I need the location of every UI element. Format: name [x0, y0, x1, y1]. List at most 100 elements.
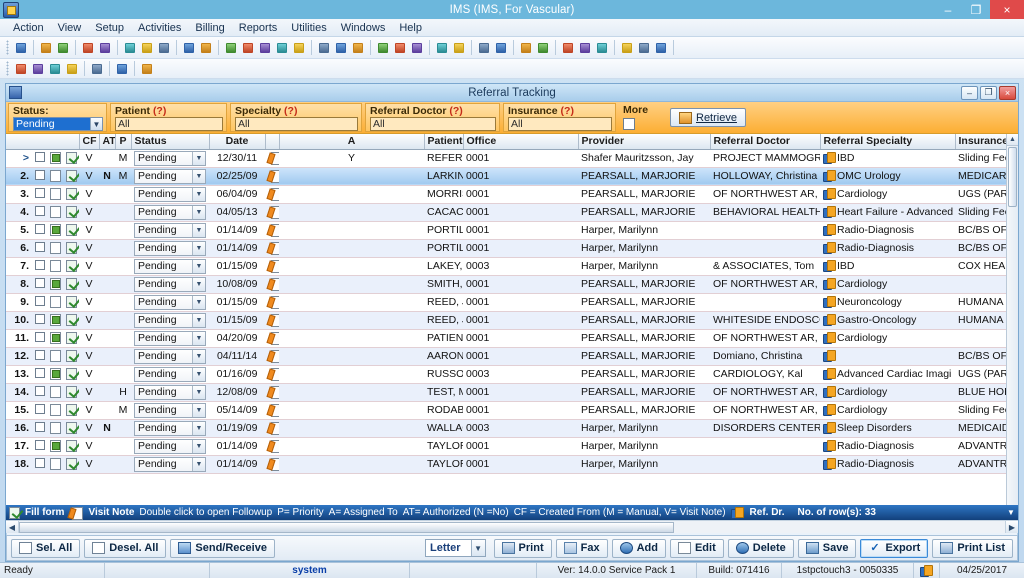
- globe2-icon[interactable]: [409, 40, 425, 56]
- visit-note-icon[interactable]: [265, 401, 279, 420]
- table-row[interactable]: 14. VHPending▼12/08/09 TEST, MERRY (17570)…: [6, 383, 1018, 402]
- help-icon[interactable]: [114, 61, 130, 77]
- column-header-pen[interactable]: [265, 134, 280, 150]
- row-select-checkbox[interactable]: [32, 455, 47, 474]
- menu-item-billing[interactable]: Billing: [188, 21, 231, 35]
- table-row[interactable]: 5. V Pending▼01/14/09 PORTILLO, Jorge (1745…: [6, 221, 1018, 240]
- grid-vertical-scrollbar[interactable]: ▲: [1006, 134, 1018, 505]
- patient-add-icon[interactable]: [38, 40, 54, 56]
- row-select-checkbox[interactable]: [32, 275, 47, 294]
- referral-maximize-button[interactable]: ❐: [980, 85, 997, 100]
- visit-note-icon[interactable]: [265, 167, 279, 186]
- cell-status[interactable]: Pending ▼: [131, 347, 209, 366]
- visit-note-icon[interactable]: [265, 311, 279, 330]
- visit-note-doc-icon[interactable]: [63, 185, 79, 204]
- table-row[interactable]: 16. VN Pending▼01/19/09 WALLACE, Jennet (16…: [6, 419, 1018, 438]
- fill-form-icon[interactable]: [47, 437, 63, 456]
- status-filter-dropdown[interactable]: Pending ▼: [13, 117, 103, 131]
- visit-note-doc-icon[interactable]: [63, 437, 79, 456]
- toolbar-grip[interactable]: [6, 40, 9, 55]
- fill-form-icon[interactable]: [47, 149, 63, 168]
- visit-note-doc-icon[interactable]: [63, 221, 79, 240]
- lock-icon[interactable]: [636, 40, 652, 56]
- column-header-at[interactable]: AT: [99, 134, 116, 150]
- table-row[interactable]: 3. V Pending▼06/04/09 MORRISON, John (16785…: [6, 185, 1018, 204]
- cell-status[interactable]: Pending ▼: [131, 293, 209, 312]
- more-filter-checkbox[interactable]: [623, 118, 635, 130]
- cell-status[interactable]: Pending ▼: [131, 455, 209, 474]
- row-select-checkbox[interactable]: [32, 257, 47, 276]
- print-list-button[interactable]: Print List: [932, 538, 1013, 558]
- cell-status[interactable]: Pending ▼: [131, 437, 209, 456]
- row-select-checkbox[interactable]: [32, 383, 47, 402]
- prev-record-icon[interactable]: [30, 61, 46, 77]
- visit-note-icon[interactable]: [265, 347, 279, 366]
- cell-status[interactable]: Pending ▼: [131, 311, 209, 330]
- visit-note-doc-icon[interactable]: [63, 419, 79, 438]
- last-record-icon[interactable]: [64, 61, 80, 77]
- row-select-checkbox[interactable]: [32, 221, 47, 240]
- cell-status[interactable]: Pending ▼: [131, 239, 209, 258]
- column-header-referral-specialty[interactable]: Referral Specialty: [820, 134, 956, 150]
- column-header-patient[interactable]: Patient: [424, 134, 464, 150]
- scroll-thumb[interactable]: [1008, 147, 1017, 207]
- clipboard-icon[interactable]: [493, 40, 509, 56]
- cell-status[interactable]: Pending ▼: [131, 275, 209, 294]
- visit-note-icon[interactable]: [265, 257, 279, 276]
- visit-note-icon[interactable]: [265, 203, 279, 222]
- menu-item-setup[interactable]: Setup: [88, 21, 131, 35]
- insurance-filter-hint[interactable]: (?): [561, 105, 574, 117]
- row-select-checkbox[interactable]: [32, 311, 47, 330]
- help-circle-icon[interactable]: [619, 40, 635, 56]
- column-header-provider[interactable]: Provider: [578, 134, 711, 150]
- legend-chevron-down-icon[interactable]: ▼: [1005, 508, 1017, 517]
- cell-status[interactable]: Pending ▼: [131, 401, 209, 420]
- visit-note-icon[interactable]: [265, 437, 279, 456]
- hscroll-thumb[interactable]: [19, 521, 674, 533]
- appointment-icon[interactable]: [350, 40, 366, 56]
- refresh-icon[interactable]: [89, 61, 105, 77]
- edit-note-icon[interactable]: [97, 40, 113, 56]
- documents-icon[interactable]: [198, 40, 214, 56]
- visit-note-icon[interactable]: [265, 275, 279, 294]
- patient-filter-input[interactable]: All: [115, 117, 223, 131]
- visit-note-doc-icon[interactable]: [63, 167, 79, 186]
- book-icon[interactable]: [594, 40, 610, 56]
- retrieve-button[interactable]: Retrieve: [670, 108, 746, 127]
- cell-status[interactable]: Pending ▼: [131, 383, 209, 402]
- referral-close-button[interactable]: ×: [999, 85, 1016, 100]
- shield-icon[interactable]: [156, 40, 172, 56]
- billing-icon[interactable]: [274, 40, 290, 56]
- patient-filter-hint[interactable]: (?): [153, 105, 166, 117]
- fill-form-icon[interactable]: [47, 221, 63, 240]
- edit-button[interactable]: Edit: [669, 538, 724, 558]
- claims-icon[interactable]: [291, 40, 307, 56]
- specialty-filter-input[interactable]: All: [235, 117, 358, 131]
- table-row[interactable]: 4. V Pending▼04/05/13 CACACE, BRIAN (120)00…: [6, 203, 1018, 222]
- save-button[interactable]: Save: [797, 538, 857, 558]
- fill-form-icon[interactable]: [47, 419, 63, 438]
- fax-button[interactable]: Fax: [555, 538, 608, 558]
- prescription-icon[interactable]: [181, 40, 197, 56]
- visit-note-doc-icon[interactable]: [63, 347, 79, 366]
- cell-status[interactable]: Pending ▼: [131, 149, 209, 168]
- fill-form-icon[interactable]: [47, 167, 63, 186]
- visit-note-icon[interactable]: [265, 149, 279, 168]
- table-row[interactable]: 6. V Pending▼01/14/09 PORTILLO, Jorge (1745…: [6, 239, 1018, 258]
- menu-item-windows[interactable]: Windows: [334, 21, 393, 35]
- fill-form-icon[interactable]: [47, 329, 63, 348]
- menu-item-action[interactable]: Action: [6, 21, 51, 35]
- row-select-checkbox[interactable]: [32, 401, 47, 420]
- fill-form-icon[interactable]: [47, 347, 63, 366]
- first-record-icon[interactable]: [13, 61, 29, 77]
- export-button[interactable]: ✓ Export: [860, 538, 929, 558]
- row-select-checkbox[interactable]: [32, 167, 47, 186]
- column-header-office[interactable]: Office: [463, 134, 579, 150]
- back-arrow-icon[interactable]: [375, 40, 391, 56]
- bank-icon[interactable]: [257, 40, 273, 56]
- insurance-filter-input[interactable]: All: [508, 117, 612, 131]
- open-folder-icon[interactable]: [80, 40, 96, 56]
- cell-status[interactable]: Pending ▼: [131, 203, 209, 222]
- row-select-checkbox[interactable]: [32, 419, 47, 438]
- table-row[interactable]: 2. VNMPending▼02/25/09 LARKIN, John (2263)…: [6, 167, 1018, 186]
